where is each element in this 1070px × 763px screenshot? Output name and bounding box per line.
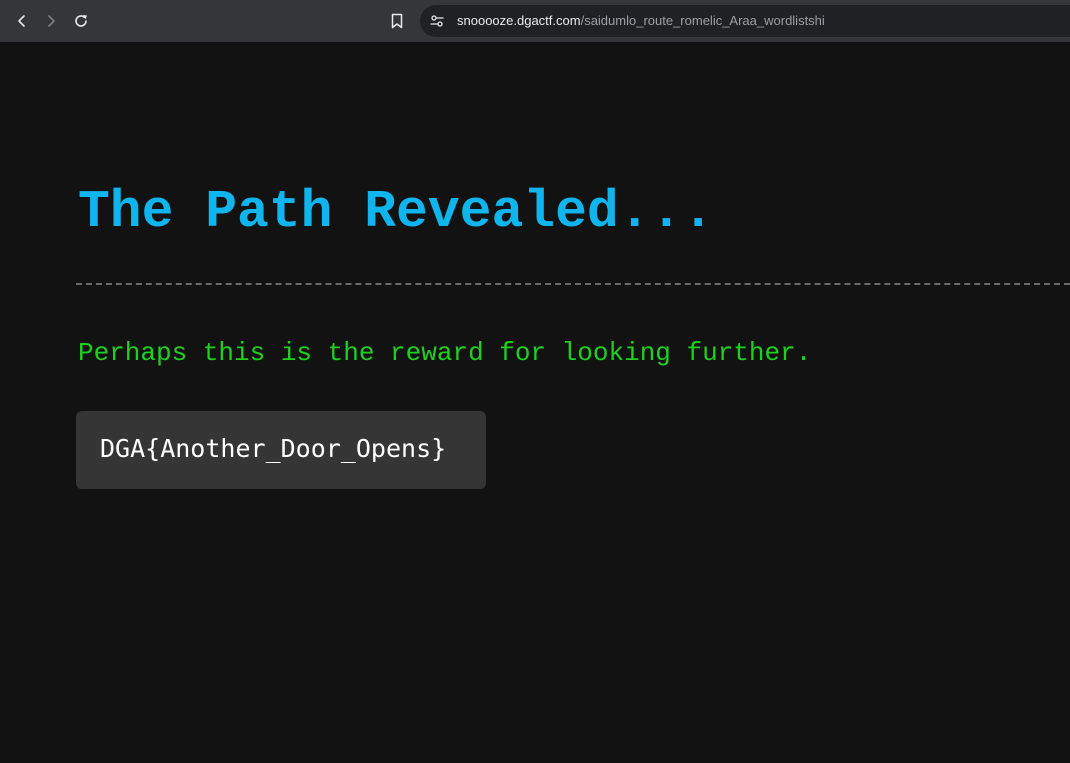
arrow-right-icon[interactable] — [38, 8, 64, 34]
divider — [76, 283, 1070, 285]
reload-icon[interactable] — [68, 8, 94, 34]
page-content: The Path Revealed... Perhaps this is the… — [0, 42, 1070, 763]
url-path: /saidumlo_route_romelic_Araa_wordlistshi — [580, 13, 825, 28]
page-title: The Path Revealed... — [78, 182, 715, 242]
tune-icon[interactable] — [428, 12, 446, 30]
arrow-left-icon[interactable] — [9, 8, 35, 34]
url-text[interactable]: snooooze.dgactf.com/saidumlo_route_romel… — [457, 12, 825, 30]
reward-message: Perhaps this is the reward for looking f… — [78, 338, 812, 368]
browser-toolbar: snooooze.dgactf.com/saidumlo_route_romel… — [0, 0, 1070, 42]
url-host: snooooze.dgactf.com — [457, 13, 581, 28]
flag-box: DGA{Another_Door_Opens} — [76, 411, 486, 489]
flag-text: DGA{Another_Door_Opens} — [100, 434, 447, 463]
bookmark-icon[interactable] — [385, 8, 409, 34]
address-bar[interactable]: snooooze.dgactf.com/saidumlo_route_romel… — [420, 5, 1070, 37]
